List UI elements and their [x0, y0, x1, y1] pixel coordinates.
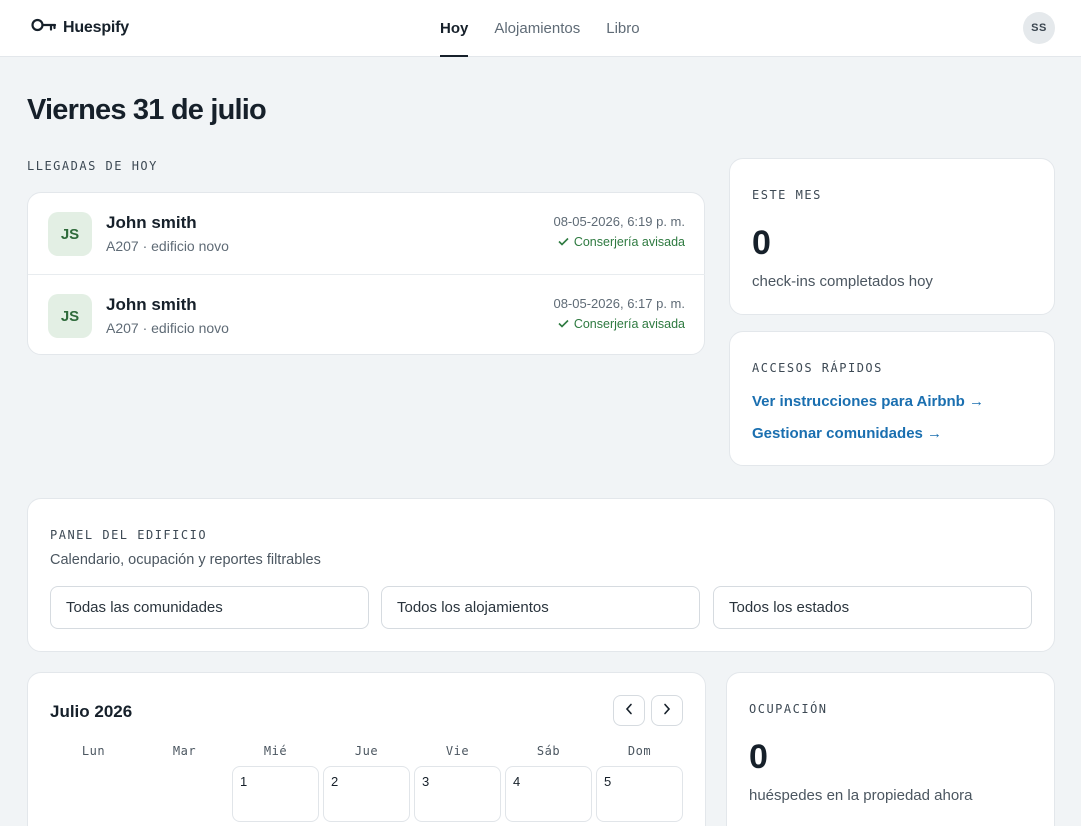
chevron-right-icon — [663, 702, 671, 720]
top-navbar: Huespify Hoy Alojamientos Libro SS — [0, 0, 1081, 57]
calendar-day[interactable]: 5 — [596, 766, 683, 822]
weekday-mie: Mié — [263, 744, 288, 758]
weekday-dom: Dom — [627, 744, 652, 758]
tab-alojamientos[interactable]: Alojamientos — [494, 0, 580, 57]
guest-unit: A207 · edificio novo — [106, 238, 229, 254]
occupancy-count: 0 — [749, 738, 768, 776]
occupancy-caption: huéspedes en la propiedad ahora — [749, 787, 973, 804]
status-text: Conserjería avisada — [573, 317, 685, 331]
arrival-row[interactable]: JS John smith A207 · edificio novo 08-05… — [28, 193, 705, 274]
status-text: Conserjería avisada — [573, 235, 685, 249]
checkins-caption: check-ins completados hoy — [752, 273, 933, 290]
weekday-vie: Vie — [445, 744, 470, 758]
check-icon — [558, 235, 569, 249]
quick-access-label: ACCESOS RÁPIDOS — [752, 361, 883, 375]
guest-avatar: JS — [48, 212, 92, 256]
guest-unit: A207 · edificio novo — [106, 320, 229, 336]
key-icon — [30, 14, 57, 41]
brand-name: Huespify — [63, 18, 129, 36]
check-icon — [558, 317, 569, 331]
brand-logo[interactable]: Huespify — [30, 14, 129, 41]
occupancy-label: OCUPACIÓN — [749, 702, 828, 716]
arrivals-card: JS John smith A207 · edificio novo 08-05… — [27, 192, 705, 355]
guest-name: John smith — [106, 295, 197, 314]
building-panel-label: PANEL DEL EDIFICIO — [50, 528, 208, 542]
concierge-status: Conserjería avisada — [558, 317, 685, 331]
tab-libro[interactable]: Libro — [606, 0, 639, 57]
building-panel-subtitle: Calendario, ocupación y reportes filtrab… — [50, 552, 321, 568]
prev-month-button[interactable] — [613, 695, 645, 726]
status-filter[interactable]: Todos los estados — [713, 586, 1032, 629]
arrivals-heading: LLEGADAS DE HOY — [27, 159, 158, 173]
weekday-mar: Mar — [172, 744, 197, 758]
arrival-row[interactable]: JS John smith A207 · edificio novo 08-05… — [28, 274, 705, 355]
calendar-day[interactable]: 3 — [414, 766, 501, 822]
weekday-jue: Jue — [354, 744, 379, 758]
quick-access-card: ACCESOS RÁPIDOS Ver instrucciones para A… — [729, 331, 1055, 466]
this-month-label: ESTE MES — [752, 188, 822, 202]
building-panel: PANEL DEL EDIFICIO Calendario, ocupación… — [27, 498, 1055, 652]
chevron-left-icon — [625, 702, 633, 720]
calendar-day[interactable]: 1 — [232, 766, 319, 822]
calendar-day[interactable]: 2 — [323, 766, 410, 822]
main-nav: Hoy Alojamientos Libro — [440, 0, 640, 57]
occupancy-card: OCUPACIÓN 0 huéspedes en la propiedad ah… — [726, 672, 1055, 826]
manage-communities-link[interactable]: Gestionar comunidades → — [752, 425, 942, 442]
this-month-card: ESTE MES 0 check-ins completados hoy — [729, 158, 1055, 315]
community-filter[interactable]: Todas las comunidades — [50, 586, 369, 629]
concierge-status: Conserjería avisada — [558, 235, 685, 249]
next-month-button[interactable] — [651, 695, 683, 726]
guest-name: John smith — [106, 213, 197, 232]
arrival-datetime: 08-05-2026, 6:19 p. m. — [553, 214, 685, 229]
calendar-card: Julio 2026 Lun Mar Mié Jue Vie Sáb Dom 1… — [27, 672, 706, 826]
calendar-day[interactable]: 4 — [505, 766, 592, 822]
property-filter[interactable]: Todos los alojamientos — [381, 586, 700, 629]
checkins-count: 0 — [752, 224, 771, 262]
arrival-datetime: 08-05-2026, 6:17 p. m. — [553, 296, 685, 311]
tab-hoy[interactable]: Hoy — [440, 0, 469, 57]
user-avatar[interactable]: SS — [1023, 12, 1055, 44]
weekday-sab: Sáb — [536, 744, 561, 758]
page-title: Viernes 31 de julio — [27, 94, 267, 126]
weekday-lun: Lun — [81, 744, 106, 758]
calendar-title: Julio 2026 — [50, 702, 133, 721]
guest-avatar: JS — [48, 294, 92, 338]
airbnb-instructions-link[interactable]: Ver instrucciones para Airbnb → — [752, 393, 984, 410]
